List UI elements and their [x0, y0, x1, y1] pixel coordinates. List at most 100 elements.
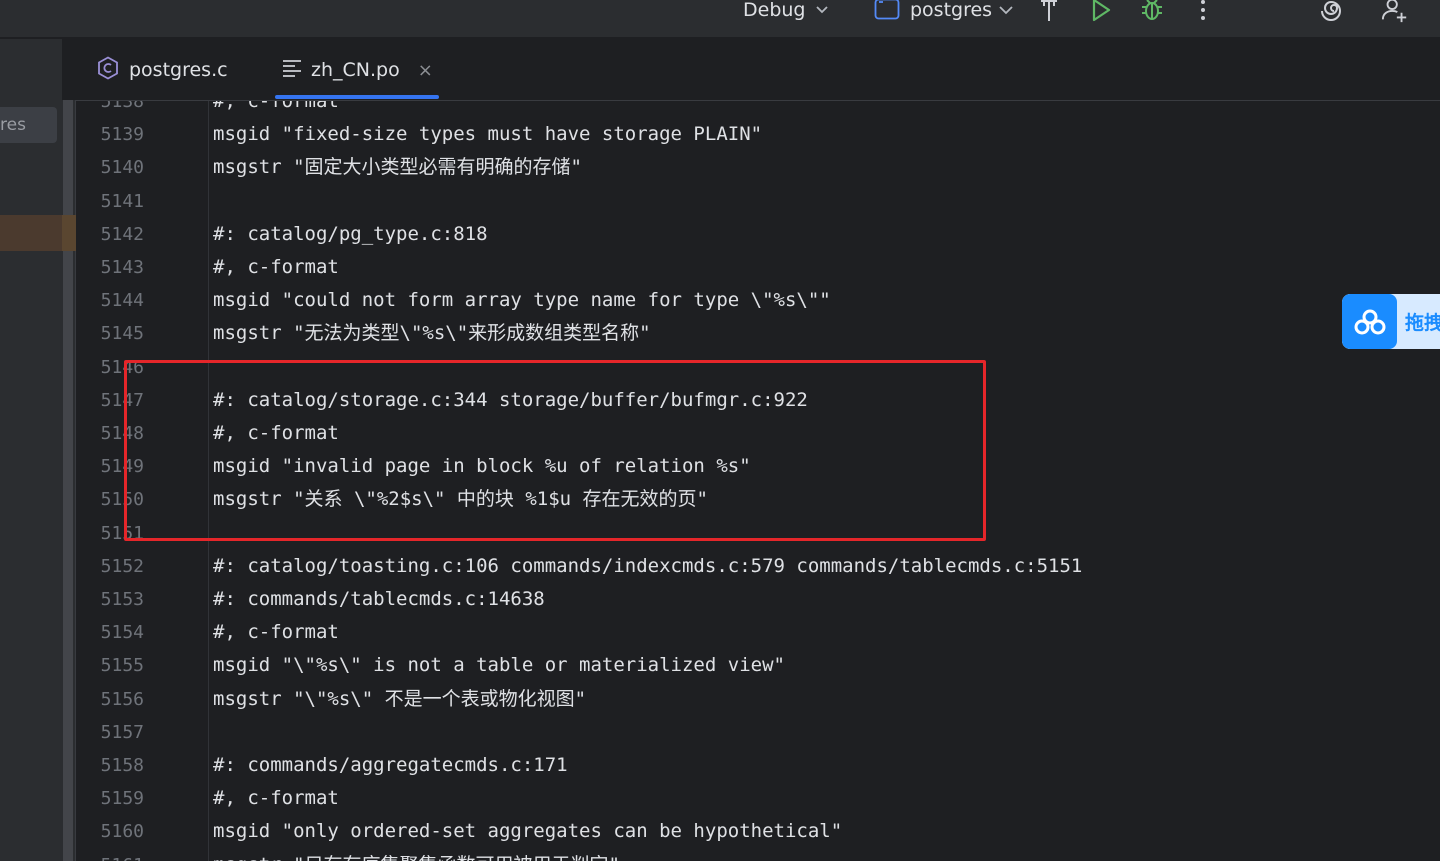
debug-bug-icon[interactable] — [1138, 0, 1166, 24]
code-text: #: catalog/pg_type.c:818 — [213, 222, 488, 245]
code-text: msgid "only ordered-set aggregates can b… — [213, 820, 843, 843]
floating-widget-label: 拖拽 — [1405, 312, 1440, 334]
line-number: 5159 — [100, 788, 144, 810]
code-text: #: commands/tablecmds.c:14638 — [213, 588, 545, 610]
line-number: 5138 — [100, 101, 144, 112]
code-line[interactable]: 5146 — [77, 351, 1440, 384]
line-number: 5156 — [100, 688, 144, 710]
code-line[interactable]: 5150 msgstr "关系 \"%2$s\" 中的块 %1$u 存在无效的页" — [77, 483, 1440, 516]
code-text: msgstr "关系 \"%2$s\" 中的块 %1$u 存在无效的页" — [213, 488, 708, 511]
code-line[interactable]: 5151 — [77, 517, 1440, 550]
code-line[interactable]: 5142 #: catalog/pg_type.c:818 — [77, 218, 1440, 251]
code-text: msgid "could not form array type name fo… — [213, 289, 831, 312]
code-line[interactable]: 5140 msgstr "固定大小类型必需有明确的存储" — [77, 151, 1440, 184]
code-line[interactable]: 5147 #: catalog/storage.c:344 storage/buf… — [77, 384, 1440, 417]
tab-zh-cn-po[interactable]: zh_CN.po × — [282, 39, 433, 101]
line-number: 5140 — [100, 157, 144, 179]
code-text: #, c-format — [213, 101, 339, 112]
code-editor[interactable]: 5138 #, c-format 5139 msgid "fixed-size typ… — [77, 101, 1440, 861]
project-tree-item-label: res — [0, 115, 26, 135]
line-number: 5158 — [100, 755, 144, 776]
line-number: 5154 — [100, 622, 144, 644]
ai-assistant-spiral-icon[interactable] — [1320, 0, 1348, 24]
editor-tab-bar: postgres.c zh_CN.po × — [76, 39, 1440, 101]
code-line[interactable]: 5160 msgid "only ordered-set aggregates c… — [77, 815, 1440, 848]
code-text: msgid "fixed-size types must have storag… — [213, 123, 763, 146]
project-panel: res — [0, 39, 62, 861]
run-config-label: Debug — [743, 0, 806, 21]
code-line[interactable]: 5154 #, c-format — [77, 616, 1440, 649]
project-selector[interactable]: postgres — [874, 0, 1014, 23]
code-line[interactable]: 5157 — [77, 716, 1440, 749]
code-text: msgid "invalid page in block %u of relat… — [213, 455, 751, 478]
code-line[interactable]: 5144 msgid "could not form array type nam… — [77, 284, 1440, 317]
code-text: msgid "\"%s\" is not a table or material… — [213, 654, 785, 677]
build-hammer-icon[interactable] — [1035, 0, 1063, 24]
code-text: #: catalog/toasting.c:106 commands/index… — [213, 554, 1083, 577]
code-text: #: catalog/storage.c:344 storage/buffer/… — [213, 388, 808, 411]
code-line[interactable]: 5158 #: commands/aggregatecmds.c:171 — [77, 749, 1440, 782]
line-number: 5143 — [100, 257, 144, 278]
panel-scrollbar[interactable] — [62, 100, 76, 861]
code-text: #: commands/aggregatecmds.c:171 — [213, 754, 568, 776]
code-text: #, c-format — [213, 787, 339, 810]
code-text: msgstr "\"%s\" 不是一个表或物化视图" — [213, 687, 587, 710]
code-line[interactable]: 5161 msgstr "只有有序集聚集函数可用被用于判定" — [77, 849, 1440, 861]
code-text: #, c-format — [213, 256, 339, 278]
project-tree-item[interactable]: res — [0, 107, 57, 143]
code-line[interactable]: 5156 msgstr "\"%s\" 不是一个表或物化视图" — [77, 683, 1440, 716]
code-line[interactable]: 5138 #, c-format — [77, 101, 1440, 118]
run-configuration-icon — [874, 0, 900, 22]
active-tab-indicator — [275, 95, 439, 99]
code-line[interactable]: 5155 msgid "\"%s\" is not a table or mate… — [77, 649, 1440, 682]
line-number: 5145 — [100, 323, 144, 345]
line-number: 5157 — [100, 721, 144, 743]
line-number: 5147 — [100, 389, 144, 411]
tab-label: postgres.c — [129, 59, 228, 81]
code-line[interactable]: 5152 #: catalog/toasting.c:106 commands/i… — [77, 550, 1440, 583]
line-number: 5160 — [100, 821, 144, 843]
project-label: postgres — [910, 0, 993, 21]
floating-drag-widget[interactable]: 拖拽 — [1342, 294, 1440, 349]
code-text: msgstr "固定大小类型必需有明确的存储" — [213, 156, 582, 179]
line-number: 5151 — [100, 522, 144, 544]
run-config-selector[interactable]: Debug — [743, 0, 829, 23]
run-icon[interactable] — [1087, 0, 1115, 24]
scrollbar-marker — [62, 215, 76, 251]
code-line[interactable]: 5149 msgid "invalid page in block %u of r… — [77, 450, 1440, 483]
text-file-icon — [282, 59, 302, 82]
code-line[interactable]: 5139 msgid "fixed-size types must have st… — [77, 118, 1440, 151]
cloud-drive-icon — [1342, 294, 1397, 349]
line-number: 5155 — [100, 655, 144, 677]
add-user-icon[interactable] — [1381, 0, 1409, 24]
code-text: msgstr "无法为类型\"%s\"来形成数组类型名称" — [213, 322, 651, 345]
line-number: 5146 — [100, 356, 144, 378]
tab-label: zh_CN.po — [311, 59, 400, 81]
code-text: msgstr "只有有序集聚集函数可用被用于判定" — [213, 849, 620, 861]
chevron-down-icon — [998, 5, 1014, 15]
code-line[interactable]: 5148 #, c-format — [77, 417, 1440, 450]
line-number: 5149 — [100, 456, 144, 478]
selected-tree-row[interactable] — [0, 215, 62, 251]
title-bar: Debug postgres — [0, 0, 1440, 38]
line-number: 5139 — [100, 124, 144, 146]
code-line[interactable]: 5141 — [77, 185, 1440, 218]
close-icon[interactable]: × — [418, 60, 433, 81]
ide-window: Debug postgres res postgres.c zh_CN.po ×… — [0, 0, 1440, 861]
chevron-down-icon — [815, 5, 829, 15]
line-number: 5141 — [100, 190, 144, 212]
line-number: 5150 — [100, 489, 144, 511]
c-file-icon — [96, 55, 120, 85]
line-number: 5144 — [100, 290, 144, 312]
code-line[interactable]: 5159 #, c-format — [77, 782, 1440, 815]
line-number: 5161 — [77, 849, 144, 861]
code-line[interactable]: 5145 msgstr "无法为类型\"%s\"来形成数组类型名称" — [77, 317, 1440, 350]
more-vertical-icon[interactable] — [1189, 0, 1217, 24]
line-number: 5148 — [100, 423, 144, 444]
line-number: 5152 — [100, 555, 144, 577]
code-text: #, c-format — [213, 422, 339, 444]
line-number: 5153 — [100, 589, 144, 610]
code-line[interactable]: 5143 #, c-format — [77, 251, 1440, 284]
code-line[interactable]: 5153 #: commands/tablecmds.c:14638 — [77, 583, 1440, 616]
tab-postgres-c[interactable]: postgres.c — [96, 39, 228, 101]
